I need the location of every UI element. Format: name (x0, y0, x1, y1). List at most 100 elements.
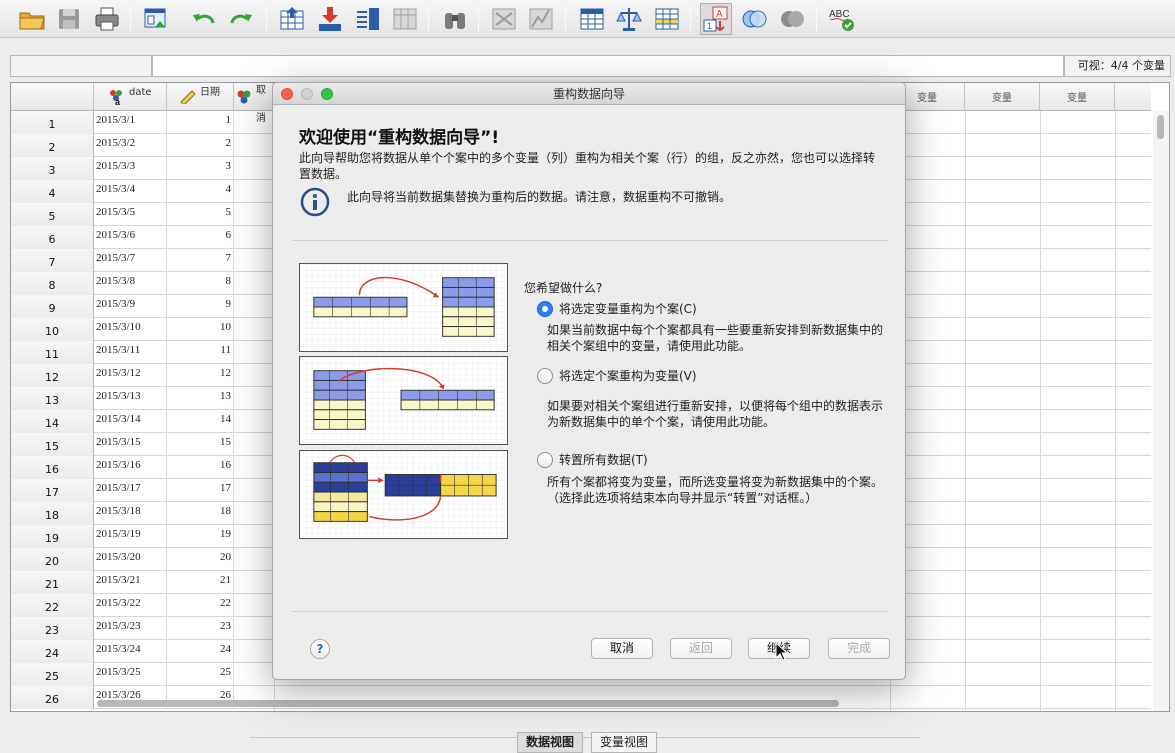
empty-variable-header[interactable]: 变量 (965, 83, 1040, 111)
row-number[interactable]: 3 (11, 157, 94, 180)
cell-day[interactable]: 17 (167, 479, 234, 502)
vertical-scroll-thumb[interactable] (1157, 115, 1164, 139)
cell-day[interactable]: 9 (167, 295, 234, 318)
cell-day[interactable]: 10 (167, 318, 234, 341)
cell-date[interactable]: 2015/3/9 (94, 295, 167, 318)
row-number[interactable]: 7 (11, 249, 94, 272)
cell-date[interactable]: 2015/3/14 (94, 410, 167, 433)
run-descriptives-icon[interactable] (389, 3, 421, 35)
option-label[interactable]: 将选定变量重构为个案(C) (559, 301, 697, 317)
undo-icon[interactable] (188, 3, 220, 35)
cell-date[interactable]: 2015/3/21 (94, 571, 167, 594)
radio-vars-to-cases[interactable] (537, 301, 553, 317)
cell-day[interactable]: 2 (167, 134, 234, 157)
cell-day[interactable]: 3 (167, 157, 234, 180)
goto-case-icon[interactable] (276, 3, 308, 35)
row-number[interactable]: 10 (11, 318, 94, 341)
print-icon[interactable] (91, 3, 123, 35)
row-number[interactable]: 11 (11, 341, 94, 364)
row-number[interactable]: 6 (11, 226, 94, 249)
cell-date[interactable]: 2015/3/8 (94, 272, 167, 295)
cell-date[interactable]: 2015/3/3 (94, 157, 167, 180)
cell-date[interactable]: 2015/3/20 (94, 548, 167, 571)
cell-date[interactable]: 2015/3/7 (94, 249, 167, 272)
column-header-day[interactable]: 日期 (167, 83, 234, 111)
column-header-date[interactable]: a date (94, 83, 167, 111)
select-cases-icon[interactable] (651, 3, 683, 35)
goto-variable-icon[interactable] (314, 3, 346, 35)
horizontal-scroll-thumb[interactable] (97, 700, 839, 707)
find-icon[interactable] (439, 3, 471, 35)
cell-day[interactable]: 19 (167, 525, 234, 548)
value-labels-icon[interactable]: A1 (700, 3, 732, 35)
redo-icon[interactable] (225, 3, 257, 35)
option-label[interactable]: 转置所有数据(T) (559, 452, 648, 468)
option-label[interactable]: 将选定个案重构为变量(V) (559, 368, 697, 384)
insert-variable-icon[interactable] (525, 3, 557, 35)
empty-variable-header[interactable]: 变量 (1040, 83, 1115, 111)
variables-icon[interactable] (352, 3, 384, 35)
cell-day[interactable]: 18 (167, 502, 234, 525)
row-number[interactable]: 4 (11, 180, 94, 203)
column-header-cancel[interactable]: 取消 (234, 83, 274, 124)
recall-dialog-icon[interactable] (140, 3, 172, 35)
cell-date[interactable]: 2015/3/4 (94, 180, 167, 203)
row-number[interactable]: 23 (11, 617, 94, 640)
cell-day[interactable]: 22 (167, 594, 234, 617)
cell-date[interactable]: 2015/3/2 (94, 134, 167, 157)
back-button[interactable]: 返回 (670, 638, 732, 659)
cell-day[interactable]: 25 (167, 663, 234, 686)
row-number[interactable]: 2 (11, 134, 94, 157)
cell-day[interactable]: 16 (167, 456, 234, 479)
row-number[interactable]: 21 (11, 571, 94, 594)
cell-day[interactable]: 6 (167, 226, 234, 249)
cell-day[interactable]: 20 (167, 548, 234, 571)
row-number[interactable]: 9 (11, 295, 94, 318)
row-number[interactable]: 20 (11, 548, 94, 571)
cell-day[interactable]: 4 (167, 180, 234, 203)
cell-date[interactable]: 2015/3/18 (94, 502, 167, 525)
radio-transpose[interactable] (537, 452, 553, 468)
tab-variable-view[interactable]: 变量视图 (591, 732, 658, 753)
cell-date[interactable]: 2015/3/25 (94, 663, 167, 686)
cell-day[interactable]: 14 (167, 410, 234, 433)
row-number[interactable]: 13 (11, 387, 94, 410)
finish-button[interactable]: 完成 (828, 638, 890, 659)
cell-date[interactable]: 2015/3/10 (94, 318, 167, 341)
save-icon[interactable] (53, 3, 85, 35)
cell-date[interactable]: 2015/3/6 (94, 226, 167, 249)
cell-day[interactable]: 13 (167, 387, 234, 410)
cell-reference-field[interactable] (10, 55, 152, 77)
cell-day[interactable]: 21 (167, 571, 234, 594)
row-number[interactable]: 19 (11, 525, 94, 548)
weight-cases-icon[interactable] (613, 3, 645, 35)
open-folder-icon[interactable] (16, 3, 48, 35)
cell-value-field[interactable] (152, 55, 1064, 77)
radio-cases-to-vars[interactable] (537, 368, 553, 384)
row-number[interactable]: 26 (11, 686, 94, 709)
row-number[interactable]: 18 (11, 502, 94, 525)
cancel-button[interactable]: 取消 (591, 638, 653, 659)
insert-cases-icon[interactable] (488, 3, 520, 35)
row-number[interactable]: 17 (11, 479, 94, 502)
cell-day[interactable]: 8 (167, 272, 234, 295)
cell-date[interactable]: 2015/3/22 (94, 594, 167, 617)
row-number[interactable]: 25 (11, 663, 94, 686)
row-number[interactable]: 5 (11, 203, 94, 226)
cell-date[interactable]: 2015/3/11 (94, 341, 167, 364)
tab-data-view[interactable]: 数据视图 (517, 732, 584, 753)
cell-date[interactable]: 2015/3/19 (94, 525, 167, 548)
vertical-scrollbar[interactable] (1153, 111, 1169, 711)
cell-day[interactable]: 12 (167, 364, 234, 387)
spell-check-icon[interactable]: ABC (826, 3, 858, 35)
row-number[interactable]: 24 (11, 640, 94, 663)
cell-day[interactable]: 7 (167, 249, 234, 272)
cell-date[interactable]: 2015/3/16 (94, 456, 167, 479)
help-button[interactable]: ? (310, 639, 330, 659)
use-sets-icon[interactable] (738, 3, 770, 35)
cell-date[interactable]: 2015/3/24 (94, 640, 167, 663)
cell-date[interactable]: 2015/3/1 (94, 111, 167, 134)
cell-day[interactable]: 15 (167, 433, 234, 456)
cell-date[interactable]: 2015/3/12 (94, 364, 167, 387)
cell-date[interactable]: 2015/3/17 (94, 479, 167, 502)
